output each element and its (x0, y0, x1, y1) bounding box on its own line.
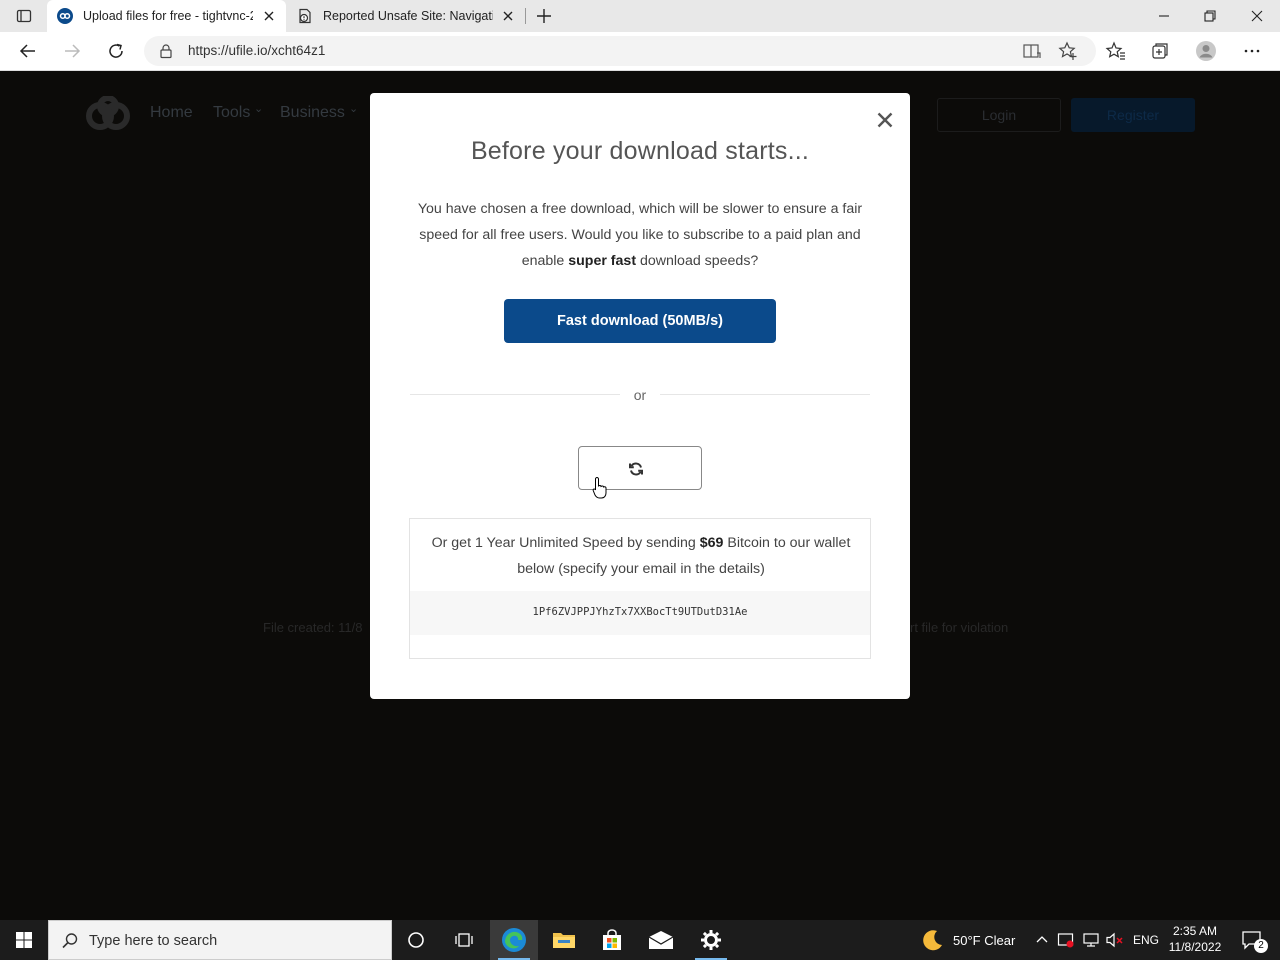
back-arrow-icon[interactable] (17, 40, 39, 62)
tab-separator (525, 8, 526, 24)
wallet-address-row: 1Pf6ZVJPPJYhzTx7XXBocTt9UTDutD31Ae (410, 591, 870, 635)
forward-arrow-icon[interactable] (61, 40, 83, 62)
description-bold-text: super fast (568, 253, 637, 269)
restore-icon[interactable] (1199, 5, 1221, 27)
clock-time: 2:35 AM (1172, 924, 1218, 938)
moon-weather-icon[interactable] (916, 920, 950, 960)
language-indicator[interactable]: ENG (1133, 933, 1159, 947)
notifications-icon[interactable]: 2 (1232, 920, 1272, 960)
profile-avatar-icon[interactable] (1195, 40, 1217, 62)
close-icon[interactable] (875, 110, 895, 130)
close-window-icon[interactable] (1246, 5, 1268, 27)
nav-home-link[interactable]: Home (150, 104, 193, 122)
refresh-icon (629, 462, 643, 476)
url-text: https://ufile.io/xcht64z1 (188, 43, 326, 58)
description-text: download speeds? (636, 253, 759, 269)
divider-or-text: or (633, 387, 647, 403)
fast-download-button[interactable]: Fast download (50MB/s) (504, 299, 776, 343)
tab-unsafe-site[interactable]: Reported Unsafe Site: Navigation (287, 0, 525, 32)
search-icon (62, 933, 78, 949)
refresh-icon[interactable] (105, 40, 127, 62)
warning-page-icon (297, 8, 313, 24)
minimize-icon[interactable] (1153, 5, 1175, 27)
search-placeholder: Type here to search (89, 933, 218, 949)
nav-business-link[interactable]: Business (280, 104, 345, 122)
hand-cursor-icon (592, 476, 608, 500)
wallet-address[interactable]: 1Pf6ZVJPPJYhzTx7XXBocTt9UTDutD31Ae (410, 606, 870, 618)
cortana-icon[interactable] (392, 920, 440, 960)
windows-start-icon[interactable] (0, 920, 48, 960)
new-tab-icon[interactable] (533, 5, 555, 27)
taskbar-search-input[interactable]: Type here to search (48, 920, 392, 960)
address-bar[interactable]: https://ufile.io/xcht64z1 (144, 36, 1096, 66)
task-view-icon[interactable] (440, 920, 488, 960)
bitcoin-amount: $69 (699, 535, 724, 551)
tab-ufile[interactable]: Upload files for free - tightvnc-2. (47, 0, 286, 32)
ufile-favicon-icon (57, 8, 73, 24)
tab-title: Upload files for free - tightvnc-2. (83, 9, 253, 23)
login-button[interactable]: Login (937, 98, 1061, 132)
bitcoin-offer-box: Or get 1 Year Unlimited Speed by sending… (409, 518, 871, 659)
divider-line (410, 394, 620, 395)
edge-taskbar-icon[interactable] (490, 920, 538, 960)
file-explorer-icon[interactable] (540, 920, 588, 960)
close-tab-icon[interactable] (501, 9, 515, 23)
network-icon[interactable] (1080, 920, 1102, 960)
tab-title: Reported Unsafe Site: Navigation (323, 9, 493, 23)
bitcoin-offer-text: Or get 1 Year Unlimited Speed by sending… (420, 530, 862, 582)
notification-badge: 2 (1254, 939, 1268, 953)
weather-text[interactable]: 50°F Clear (953, 933, 1015, 948)
register-button[interactable]: Register (1071, 98, 1195, 132)
tab-actions-icon[interactable] (12, 6, 36, 26)
chevron-down-icon: ⌄ (349, 103, 359, 115)
settings-more-icon[interactable] (1241, 40, 1263, 62)
clock-date: 11/8/2022 (1168, 940, 1222, 954)
add-favorite-icon[interactable] (1058, 41, 1078, 61)
report-file-link[interactable]: rt file for violation (910, 620, 1008, 635)
chevron-up-icon[interactable] (1032, 920, 1052, 960)
mail-icon[interactable] (637, 920, 685, 960)
divider-line (660, 394, 870, 395)
windows-taskbar: Type here to search 50°F Clear ENG 2:35 … (0, 920, 1280, 960)
collections-icon[interactable] (1149, 40, 1171, 62)
nav-tools-link[interactable]: Tools (213, 104, 250, 122)
browser-tab-bar: Upload files for free - tightvnc-2. Repo… (0, 0, 1280, 32)
browser-toolbar: https://ufile.io/xcht64z1 (0, 32, 1280, 71)
ufile-logo-icon[interactable] (84, 95, 132, 132)
settings-gear-icon[interactable] (687, 920, 735, 960)
chevron-down-icon: ⌄ (254, 103, 264, 115)
modal-description: You have chosen a free download, which w… (410, 196, 870, 274)
lock-icon[interactable] (158, 43, 174, 59)
immersive-reader-icon[interactable] (1022, 41, 1042, 61)
close-tab-icon[interactable] (262, 9, 276, 23)
favorites-icon[interactable] (1105, 40, 1127, 62)
file-created-text: File created: 11/8 (263, 620, 363, 635)
security-tray-icon[interactable] (1056, 920, 1076, 960)
bitcoin-text: Or get 1 Year Unlimited Speed by sending (431, 535, 700, 551)
clock[interactable]: 2:35 AM 11/8/2022 (1160, 923, 1230, 955)
store-icon[interactable] (588, 920, 636, 960)
volume-muted-icon[interactable] (1104, 920, 1126, 960)
modal-title: Before your download starts... (470, 137, 810, 165)
download-modal: Before your download starts... You have … (370, 93, 910, 699)
